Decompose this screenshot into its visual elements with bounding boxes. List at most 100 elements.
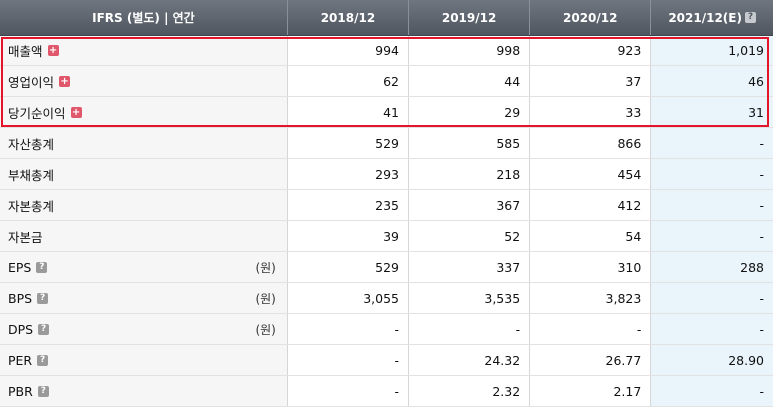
row-label-cell: PBR?: [0, 375, 288, 407]
row-label: EPS: [8, 259, 32, 275]
header-col-2021e-label: 2021/12(E): [668, 10, 742, 25]
table-row: 영업이익 +62 44 37 46: [0, 65, 773, 97]
value-cell: 2.32: [408, 375, 530, 407]
header-col-2019: 2019/12: [408, 0, 530, 36]
question-icon[interactable]: ?: [37, 292, 49, 304]
row-label-cell: 영업이익 +: [0, 65, 288, 97]
value-cell: 44: [408, 65, 530, 97]
value-cell: 29: [408, 96, 530, 128]
value-cell-estimate: -: [650, 127, 773, 159]
row-label: 부채총계: [8, 167, 55, 183]
question-icon[interactable]: ?: [38, 323, 50, 335]
question-icon[interactable]: ?: [36, 261, 48, 273]
value-cell: 33: [529, 96, 651, 128]
row-label-cell: EPS? (원): [0, 251, 288, 283]
value-cell-estimate: 31: [650, 96, 773, 128]
value-cell: 998: [408, 35, 530, 66]
value-cell: 235: [286, 189, 409, 221]
value-cell: -: [286, 313, 409, 345]
row-unit: (원): [255, 291, 276, 306]
row-unit: (원): [255, 322, 276, 337]
row-label: 자본금: [8, 229, 43, 245]
row-label: PER: [8, 352, 33, 368]
value-cell: 923: [529, 35, 651, 66]
table-row: DPS? (원) - - - -: [0, 313, 773, 345]
value-cell: 3,535: [408, 282, 530, 314]
table-row: PER? -24.32 26.77 28.90: [0, 344, 773, 376]
value-cell: 412: [529, 189, 651, 221]
question-icon[interactable]: ?: [37, 385, 49, 397]
row-label-cell: BPS? (원): [0, 282, 288, 314]
row-label: 당기순이익: [8, 105, 66, 121]
table-row: 부채총계 293 218 454-: [0, 158, 773, 190]
header-col-2021e: 2021/12(E) ?: [650, 0, 773, 36]
row-label: 자본총계: [8, 198, 55, 214]
value-cell-estimate: -: [650, 375, 773, 407]
row-label: 자산총계: [8, 136, 55, 152]
value-cell: 218: [408, 158, 530, 190]
value-cell-estimate: -: [650, 282, 773, 314]
value-cell: 529: [286, 127, 409, 159]
row-label: DPS: [8, 321, 34, 337]
value-cell: 293: [286, 158, 409, 190]
row-label-cell: 자산총계: [0, 127, 288, 159]
value-cell: -: [408, 313, 530, 345]
plus-icon[interactable]: +: [47, 45, 59, 56]
question-icon[interactable]: ?: [744, 12, 756, 23]
value-cell-estimate: 46: [650, 65, 773, 97]
value-cell: 994: [286, 35, 409, 66]
value-cell: 26.77: [529, 344, 651, 376]
value-cell: -: [529, 313, 651, 345]
row-label: PBR: [8, 383, 33, 399]
plus-icon[interactable]: +: [70, 106, 82, 118]
row-unit: (원): [255, 260, 276, 275]
row-label-cell: 매출액 +: [0, 35, 288, 66]
value-cell: 337: [408, 251, 530, 283]
header-col-2020: 2020/12: [529, 0, 651, 36]
value-cell-estimate: -: [650, 158, 773, 190]
value-cell: 3,055: [286, 282, 409, 314]
value-cell: 367: [408, 189, 530, 221]
value-cell: 62: [286, 65, 409, 97]
value-cell-estimate: -: [650, 313, 773, 345]
row-label: 영업이익: [8, 74, 55, 90]
financial-summary-table: IFRS (별도) | 연간 2018/12 2019/12 2020/12 2…: [0, 0, 773, 407]
table-row: 자산총계 529 585 866-: [0, 127, 773, 159]
value-cell: 54: [529, 220, 651, 252]
header-basis-label: IFRS (별도) | 연간: [0, 0, 288, 36]
header-col-2018: 2018/12: [286, 0, 409, 36]
value-cell: 37: [529, 65, 651, 97]
header-row: IFRS (별도) | 연간 2018/12 2019/12 2020/12 2…: [0, 0, 773, 36]
table-row: 자본총계 235 367 412-: [0, 189, 773, 221]
row-label: 매출액: [8, 44, 43, 59]
value-cell: 866: [529, 127, 651, 159]
value-cell-estimate: -: [650, 189, 773, 221]
value-cell-estimate: -: [650, 220, 773, 252]
value-cell: 3,823: [529, 282, 651, 314]
row-label-cell: 당기순이익 +: [0, 96, 288, 128]
table-row: EPS? (원) 529 337 310 288: [0, 251, 773, 283]
value-cell: 2.17: [529, 375, 651, 407]
question-icon[interactable]: ?: [37, 354, 49, 366]
row-label-cell: 자본총계: [0, 189, 288, 221]
row-label-cell: 자본금: [0, 220, 288, 252]
value-cell: 310: [529, 251, 651, 283]
value-cell: 24.32: [408, 344, 530, 376]
value-cell: -: [286, 375, 409, 407]
value-cell-estimate: 288: [650, 251, 773, 283]
table-row: PBR? -2.32 2.17-: [0, 375, 773, 407]
value-cell: 39: [286, 220, 409, 252]
value-cell: 585: [408, 127, 530, 159]
row-label: BPS: [8, 290, 33, 306]
plus-icon[interactable]: +: [59, 75, 71, 87]
value-cell: 41: [286, 96, 409, 128]
row-label-cell: DPS? (원): [0, 313, 288, 345]
value-cell: -: [286, 344, 409, 376]
table-row: 자본금 39 52 54-: [0, 220, 773, 252]
table-row: BPS? (원) 3,055 3,535 3,823-: [0, 282, 773, 314]
table-row: 매출액 +994 998 923 1,019: [0, 35, 773, 66]
row-label-cell: PER?: [0, 344, 288, 376]
value-cell: 52: [408, 220, 530, 252]
value-cell-estimate: 28.90: [650, 344, 773, 376]
value-cell: 529: [286, 251, 409, 283]
